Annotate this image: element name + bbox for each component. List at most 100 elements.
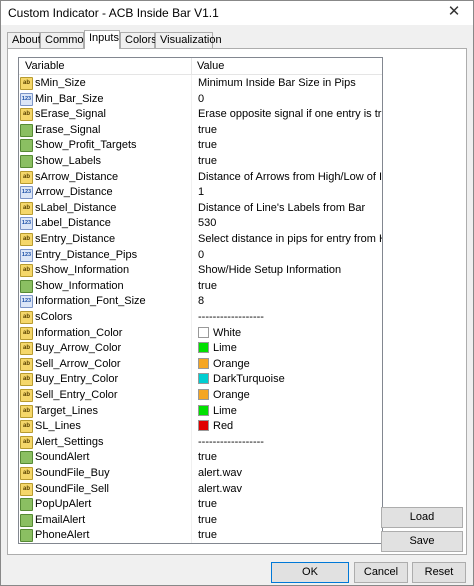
ok-button[interactable]: OK — [271, 562, 349, 583]
tab-visualization[interactable]: Visualization — [155, 32, 222, 48]
table-row[interactable]: 123 Label_Distance 530 — [19, 216, 382, 232]
variable-value[interactable]: DarkTurquoise — [192, 372, 382, 388]
table-row[interactable]: 123 Arrow_Distance 1 — [19, 185, 382, 201]
reset-button[interactable]: Reset — [412, 562, 466, 583]
color-swatch[interactable] — [198, 373, 209, 385]
table-row[interactable]: ab Sell_Entry_Color Orange — [19, 388, 382, 404]
table-row[interactable]: ab Target_Lines Lime — [19, 404, 382, 420]
tab-common[interactable]: Common — [40, 32, 90, 48]
color-type-icon: ab — [20, 342, 33, 356]
variable-value[interactable]: alert.wav — [192, 466, 382, 482]
variable-value[interactable]: true — [192, 528, 382, 543]
boolean-type-icon — [20, 451, 33, 465]
table-row[interactable]: ab sErase_Signal Erase opposite signal if … — [19, 107, 382, 123]
tab-about[interactable]: About — [7, 32, 41, 48]
table-row[interactable]: ab sMin_Size Minimum Inside Bar Size in Pi… — [19, 76, 382, 92]
variable-name: Entry_Distance_Pips — [34, 248, 191, 264]
table-row[interactable]: Show_Information true — [19, 279, 382, 295]
variable-name: sArrow_Distance — [34, 170, 191, 186]
table-row[interactable]: ab sEntry_Distance Select distance in pips… — [19, 232, 382, 248]
string-type-icon: ab — [20, 233, 33, 246]
variable-value[interactable]: Orange — [192, 388, 382, 404]
variable-value[interactable]: 0 — [192, 248, 382, 264]
table-row[interactable]: ab sShow_Information Show/Hide Setup Infor… — [19, 263, 382, 279]
save-button[interactable]: Save — [381, 531, 463, 552]
table-row[interactable]: 123 Min_Bar_Size 0 — [19, 92, 382, 108]
variable-value[interactable]: true — [192, 513, 382, 529]
table-row[interactable]: ab Sell_Arrow_Color Orange — [19, 357, 382, 373]
variable-name: Label_Distance — [34, 216, 191, 232]
table-row[interactable]: ab SL_Lines Red — [19, 419, 382, 435]
variable-value-text: Lime — [213, 404, 237, 417]
variable-value-text: true — [198, 451, 217, 464]
table-row[interactable]: ab Alert_Settings ------------------ — [19, 435, 382, 451]
color-swatch[interactable] — [198, 404, 209, 416]
table-row[interactable]: 123 Entry_Distance_Pips 0 — [19, 248, 382, 264]
cancel-button[interactable]: Cancel — [354, 562, 408, 583]
tab-colors[interactable]: Colors — [120, 32, 157, 48]
variable-name: Alert_Settings — [34, 435, 191, 451]
table-row[interactable]: ab SoundFile_Buy alert.wav — [19, 466, 382, 482]
variable-value[interactable]: Orange — [192, 357, 382, 373]
table-row[interactable]: PhoneAlert true — [19, 528, 382, 543]
table-row[interactable]: Erase_Signal true — [19, 123, 382, 139]
variable-value[interactable]: ------------------ — [192, 435, 382, 451]
color-swatch[interactable] — [198, 357, 209, 369]
table-row[interactable]: Show_Labels true — [19, 154, 382, 170]
variable-value[interactable]: Lime — [192, 341, 382, 357]
table-row[interactable]: ab sLabel_Distance Distance of Line's Labe… — [19, 201, 382, 217]
table-row[interactable]: ab SoundFile_Sell alert.wav — [19, 482, 382, 498]
color-type-icon: ab — [20, 420, 33, 434]
variable-value[interactable]: true — [192, 123, 382, 139]
variable-value[interactable]: 1 — [192, 185, 382, 201]
variable-value[interactable]: Distance of Arrows from High/Low of Insi… — [192, 170, 382, 186]
table-row[interactable]: EmailAlert true — [19, 513, 382, 529]
table-row[interactable]: 123 Information_Font_Size 8 — [19, 294, 382, 310]
variable-value[interactable]: alert.wav — [192, 482, 382, 498]
variable-value[interactable]: Distance of Line's Labels from Bar — [192, 201, 382, 217]
table-row[interactable]: ab sArrow_Distance Distance of Arrows from… — [19, 170, 382, 186]
variable-value-text: alert.wav — [198, 467, 243, 479]
variable-value[interactable]: Show/Hide Setup Information — [192, 263, 382, 279]
table-row[interactable]: ab Information_Color White — [19, 326, 382, 342]
variable-value[interactable]: White — [192, 326, 382, 342]
grid-header: Variable Value — [19, 58, 382, 75]
column-header-variable[interactable]: Variable — [25, 60, 65, 72]
load-button[interactable]: Load — [381, 507, 463, 528]
variable-value[interactable]: true — [192, 450, 382, 466]
variable-name: Target_Lines — [34, 404, 191, 420]
variable-value[interactable]: Minimum Inside Bar Size in Pips — [192, 76, 382, 92]
tab-inputs[interactable]: Inputs — [84, 30, 120, 49]
variable-value[interactable]: Erase opposite signal if one entry is tr… — [192, 107, 382, 123]
variable-value[interactable]: true — [192, 497, 382, 513]
variable-value[interactable]: 530 — [192, 216, 382, 232]
variable-name: SoundAlert — [34, 450, 191, 466]
color-swatch[interactable] — [198, 389, 209, 400]
table-row[interactable]: ab Buy_Entry_Color DarkTurquoise — [19, 372, 382, 388]
table-row[interactable]: ab sColors ------------------ — [19, 310, 382, 326]
variable-value[interactable]: 0 — [192, 92, 382, 108]
variable-value[interactable]: true — [192, 138, 382, 154]
color-swatch[interactable] — [198, 420, 209, 432]
column-header-value[interactable]: Value — [197, 60, 224, 72]
variable-name: EmailAlert — [34, 513, 191, 529]
table-row[interactable]: ab Buy_Arrow_Color Lime — [19, 341, 382, 357]
boolean-type-icon — [20, 498, 33, 512]
variable-value[interactable]: Lime — [192, 404, 382, 420]
variable-value[interactable]: Red — [192, 419, 382, 435]
variable-value[interactable]: ------------------ — [192, 310, 382, 326]
boolean-type-icon — [20, 513, 33, 527]
variable-value[interactable]: true — [192, 279, 382, 295]
color-swatch[interactable] — [198, 326, 209, 338]
variable-value[interactable]: true — [192, 154, 382, 170]
integer-type-icon: 123 — [20, 186, 33, 200]
close-icon[interactable]: ✕ — [435, 1, 473, 25]
table-row[interactable]: PopUpAlert true — [19, 497, 382, 513]
variable-value-text: true — [198, 155, 217, 167]
variable-value[interactable]: 8 — [192, 294, 382, 310]
variable-value[interactable]: Select distance in pips for entry from H… — [192, 232, 382, 248]
column-divider[interactable] — [191, 58, 192, 75]
table-row[interactable]: Show_Profit_Targets true — [19, 138, 382, 154]
color-swatch[interactable] — [198, 342, 209, 354]
table-row[interactable]: SoundAlert true — [19, 450, 382, 466]
